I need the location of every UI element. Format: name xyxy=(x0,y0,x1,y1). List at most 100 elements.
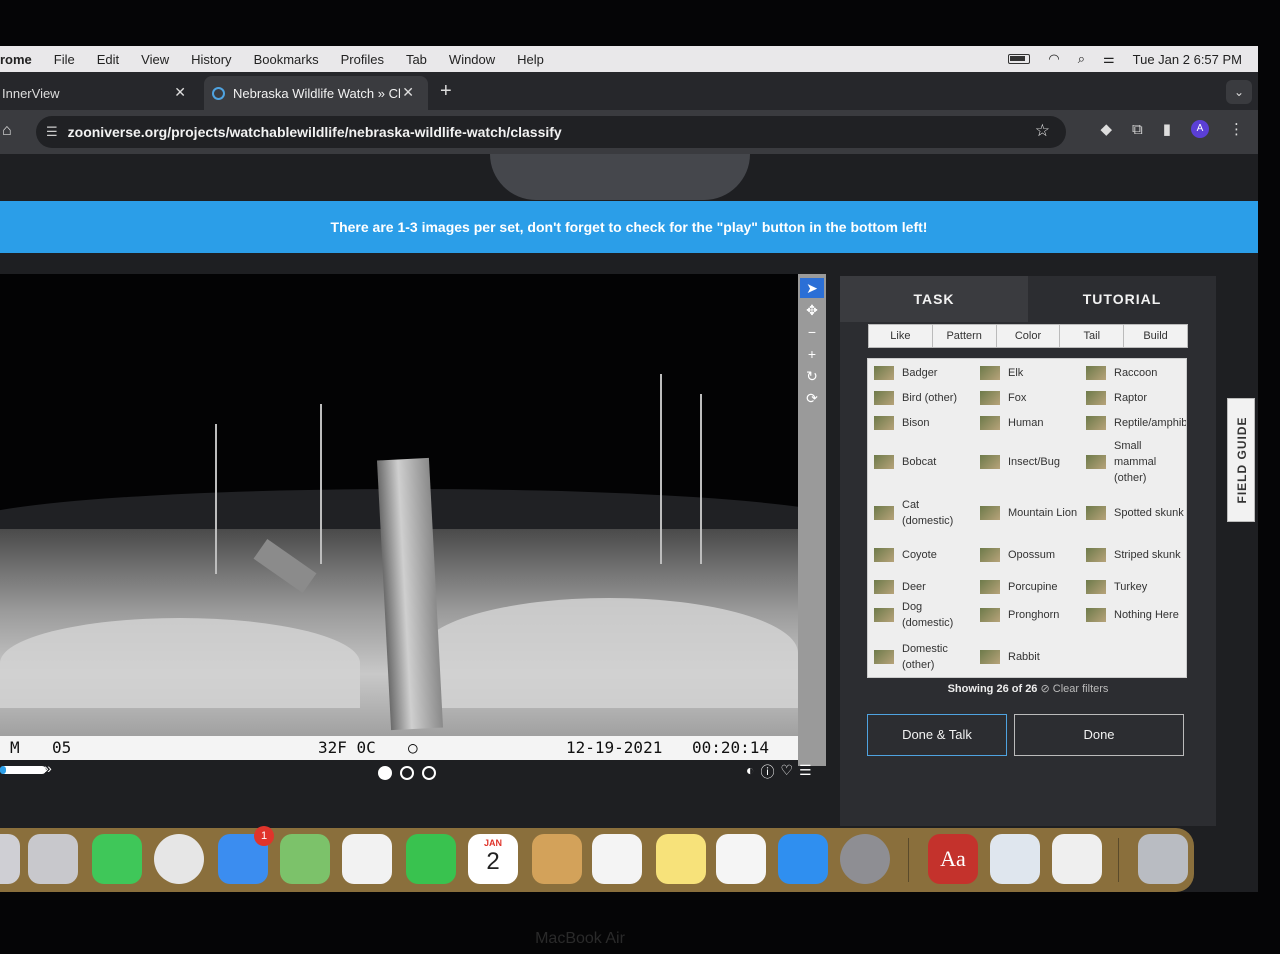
filter-color[interactable]: Color xyxy=(997,325,1061,347)
species-option[interactable]: Bison xyxy=(874,413,974,433)
site-settings-icon[interactable]: ☰ xyxy=(46,124,58,140)
filter-build[interactable]: Build xyxy=(1124,325,1187,347)
launchpad-app-icon[interactable] xyxy=(28,834,78,884)
frame-dot[interactable] xyxy=(422,766,436,780)
species-option[interactable]: Raptor xyxy=(1086,388,1186,408)
menu-clock[interactable]: Tue Jan 2 6:57 PM xyxy=(1133,52,1242,67)
fast-forward-icon[interactable]: » xyxy=(44,760,52,776)
address-bar[interactable]: ☰ zooniverse.org/projects/watchablewildl… xyxy=(36,116,1066,148)
menu-history[interactable]: History xyxy=(191,52,231,67)
wifi-icon[interactable]: ◠ xyxy=(1048,51,1059,67)
menu-app-name[interactable]: rome xyxy=(0,52,32,67)
new-tab-icon[interactable]: + xyxy=(440,80,452,103)
species-option[interactable]: Spotted skunk xyxy=(1086,495,1186,531)
close-tab-icon[interactable]: ✕ xyxy=(402,84,414,101)
pointer-icon[interactable]: ➤ xyxy=(800,278,824,298)
filter-like[interactable]: Like xyxy=(869,325,933,347)
frame-dot[interactable] xyxy=(400,766,414,780)
rotate-icon[interactable]: ↻ xyxy=(800,366,824,386)
mail-app-icon[interactable]: 1 xyxy=(218,826,274,884)
app-store-icon[interactable] xyxy=(778,834,828,884)
species-option[interactable]: Raccoon xyxy=(1086,363,1186,383)
calendar-app-icon[interactable]: JAN 2 xyxy=(468,834,518,884)
freeform-app-icon[interactable] xyxy=(716,834,766,884)
kebab-menu-icon[interactable]: ⋮ xyxy=(1229,120,1244,138)
menu-bookmarks[interactable]: Bookmarks xyxy=(254,52,319,67)
close-tab-icon[interactable]: ✕ xyxy=(174,84,186,101)
menu-help[interactable]: Help xyxy=(517,52,544,67)
info-icon[interactable]: ⓘ xyxy=(760,762,774,782)
battery-icon[interactable] xyxy=(1008,54,1031,64)
species-option[interactable]: Deer xyxy=(874,577,974,597)
species-option[interactable]: Bobcat xyxy=(874,437,974,487)
menu-edit[interactable]: Edit xyxy=(97,52,119,67)
species-option[interactable]: Domestic (other) xyxy=(874,641,974,673)
playback-progress[interactable] xyxy=(0,766,46,774)
tab-task[interactable]: TASK xyxy=(840,276,1028,322)
zoom-out-icon[interactable]: − xyxy=(800,322,824,342)
textedit-app-icon[interactable] xyxy=(1052,834,1102,884)
species-option[interactable]: Elk xyxy=(980,363,1080,383)
species-option[interactable]: Badger xyxy=(874,363,974,383)
bookmark-star-icon[interactable]: ☆ xyxy=(1035,121,1050,141)
species-option[interactable]: Pronghorn xyxy=(980,599,1080,631)
done-and-talk-button[interactable]: Done & Talk xyxy=(867,714,1007,756)
menu-tab[interactable]: Tab xyxy=(406,52,427,67)
tab-tutorial[interactable]: TUTORIAL xyxy=(1028,276,1216,322)
zoom-in-icon[interactable]: + xyxy=(800,344,824,364)
species-option[interactable]: Porcupine xyxy=(980,577,1080,597)
spotlight-search-icon[interactable]: ⌕ xyxy=(1078,51,1085,67)
filter-tail[interactable]: Tail xyxy=(1060,325,1125,347)
chrome-app-icon[interactable] xyxy=(154,834,204,884)
species-option[interactable]: Cat (domestic) xyxy=(874,495,974,531)
species-option[interactable]: Coyote xyxy=(874,539,974,571)
reset-icon[interactable]: ⟳ xyxy=(800,388,824,408)
dictionary-app-icon[interactable]: Aa xyxy=(928,834,978,884)
messages-app-icon[interactable] xyxy=(92,834,142,884)
reminders-app-icon[interactable] xyxy=(592,834,642,884)
trash-icon[interactable] xyxy=(1138,834,1188,884)
species-option[interactable]: Bird (other) xyxy=(874,388,974,408)
move-icon[interactable]: ✥ xyxy=(800,300,824,320)
species-option[interactable]: Turkey xyxy=(1086,577,1186,597)
invert-icon[interactable]: ◐ xyxy=(746,762,754,782)
side-panel-icon[interactable]: ▮ xyxy=(1163,120,1171,138)
species-option[interactable]: Small mammal (other) xyxy=(1086,437,1186,487)
menu-window[interactable]: Window xyxy=(449,52,495,67)
species-option[interactable]: Opossum xyxy=(980,539,1080,571)
filter-pattern[interactable]: Pattern xyxy=(933,325,997,347)
profile-avatar[interactable]: A xyxy=(1191,120,1209,138)
species-option[interactable]: Striped skunk xyxy=(1086,539,1186,571)
menu-view[interactable]: View xyxy=(141,52,169,67)
url-text[interactable]: zooniverse.org/projects/watchablewildlif… xyxy=(68,124,562,140)
facetime-app-icon[interactable] xyxy=(406,834,456,884)
menu-profiles[interactable]: Profiles xyxy=(341,52,384,67)
contacts-app-icon[interactable] xyxy=(532,834,582,884)
species-option[interactable]: Nothing Here xyxy=(1086,599,1186,631)
done-button[interactable]: Done xyxy=(1014,714,1184,756)
clear-filters-link[interactable]: ⊘ Clear filters xyxy=(1041,683,1109,695)
species-option[interactable]: Rabbit xyxy=(980,641,1080,673)
finder-app-icon[interactable] xyxy=(0,834,20,884)
favorite-heart-icon[interactable]: ♡ xyxy=(780,762,793,782)
tab-nebraska-wildlife-watch[interactable]: Nebraska Wildlife Watch » Cl ✕ xyxy=(204,76,428,110)
species-option[interactable]: Human xyxy=(980,413,1080,433)
tab-search-chevron-icon[interactable]: ⌄ xyxy=(1226,80,1252,104)
photos-app-icon[interactable] xyxy=(342,834,392,884)
preview-app-icon[interactable] xyxy=(990,834,1040,884)
species-option[interactable]: Reptile/amphibian xyxy=(1086,413,1186,433)
puzzle-extensions-icon[interactable]: ⧉ xyxy=(1132,121,1143,138)
species-option[interactable]: Mountain Lion xyxy=(980,495,1080,531)
species-option[interactable]: Insect/Bug xyxy=(980,437,1080,487)
notes-app-icon[interactable] xyxy=(656,834,706,884)
frame-dot[interactable] xyxy=(378,766,392,780)
subject-image[interactable] xyxy=(0,274,798,736)
extension-icon[interactable]: ◆ xyxy=(1100,120,1112,138)
maps-app-icon[interactable] xyxy=(280,834,330,884)
species-option[interactable]: Dog (domestic) xyxy=(874,599,974,631)
home-icon[interactable]: ⌂ xyxy=(2,122,12,140)
field-guide-tab[interactable]: FIELD GUIDE xyxy=(1227,398,1255,522)
tab-innerview[interactable]: InnerView ✕ xyxy=(0,76,200,110)
control-center-icon[interactable]: ⚌ xyxy=(1103,51,1115,67)
menu-file[interactable]: File xyxy=(54,52,75,67)
